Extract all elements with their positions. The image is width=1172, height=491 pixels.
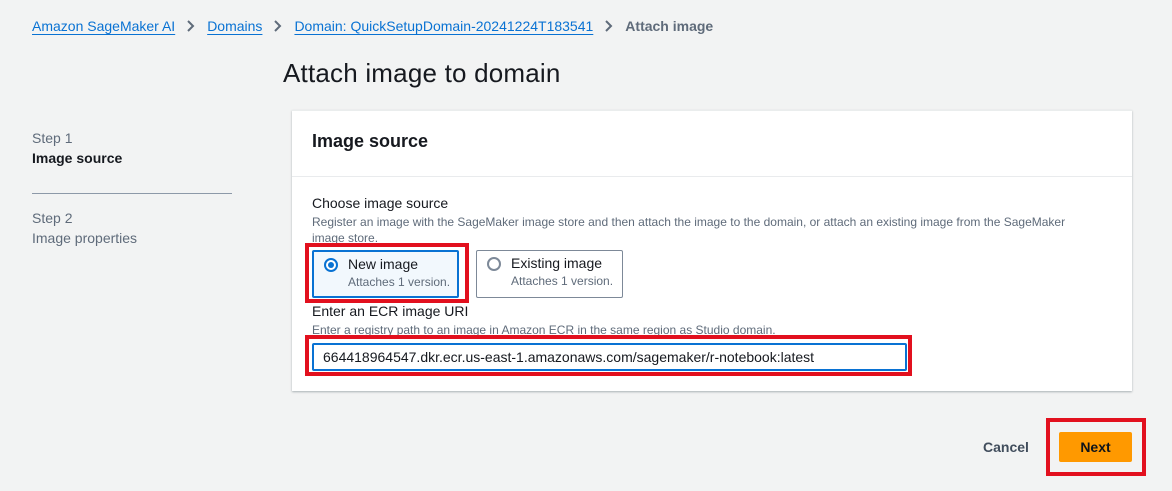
new-image-label: New image (348, 256, 419, 272)
panel-header: Image source (292, 111, 1132, 177)
breadcrumb-current: Attach image (625, 18, 714, 34)
next-button[interactable]: Next (1059, 432, 1132, 462)
page-title: Attach image to domain (283, 58, 561, 88)
wizard-steps: Step 1 Image source Step 2 Image propert… (32, 128, 232, 258)
image-source-panel: Image source Choose image source Registe… (292, 110, 1132, 391)
existing-image-desc: Attaches 1 version. (511, 274, 614, 288)
chevron-right-icon (599, 16, 619, 36)
step-number: Step 2 (32, 210, 73, 226)
new-image-tile[interactable]: New image Attaches 1 version. (312, 250, 459, 298)
choose-image-source-label: Choose image source (312, 195, 449, 211)
step-name: Image source (32, 150, 123, 166)
chevron-right-icon (181, 16, 201, 36)
radio-unselected-icon[interactable] (487, 257, 501, 271)
breadcrumb-domains-link[interactable]: Domains (207, 18, 262, 34)
new-image-desc: Attaches 1 version. (348, 275, 451, 289)
chevron-right-icon (268, 16, 288, 36)
breadcrumb-domain-link[interactable]: Domain: QuickSetupDomain-20241224T183541 (294, 18, 593, 34)
ecr-uri-desc: Enter a registry path to an image in Ama… (312, 323, 776, 337)
cancel-button[interactable]: Cancel (968, 432, 1044, 462)
step-number: Step 1 (32, 130, 73, 146)
choose-image-source-desc: Register an image with the SageMaker ima… (312, 215, 1066, 245)
step-name: Image properties (32, 230, 138, 246)
panel-title: Image source (312, 131, 429, 151)
ecr-uri-label: Enter an ECR image URI (312, 303, 469, 319)
existing-image-label: Existing image (511, 255, 603, 271)
step-image-properties: Step 2 Image properties (32, 208, 232, 258)
step-image-source: Step 1 Image source (32, 128, 232, 178)
existing-image-tile[interactable]: Existing image Attaches 1 version. (476, 250, 623, 298)
ecr-uri-input[interactable] (312, 343, 907, 371)
step-divider (32, 193, 232, 194)
radio-selected-icon[interactable] (324, 258, 338, 272)
breadcrumb-sagemaker-link[interactable]: Amazon SageMaker AI (32, 18, 175, 34)
breadcrumb: Amazon SageMaker AI Domains Domain: Quic… (32, 15, 713, 37)
